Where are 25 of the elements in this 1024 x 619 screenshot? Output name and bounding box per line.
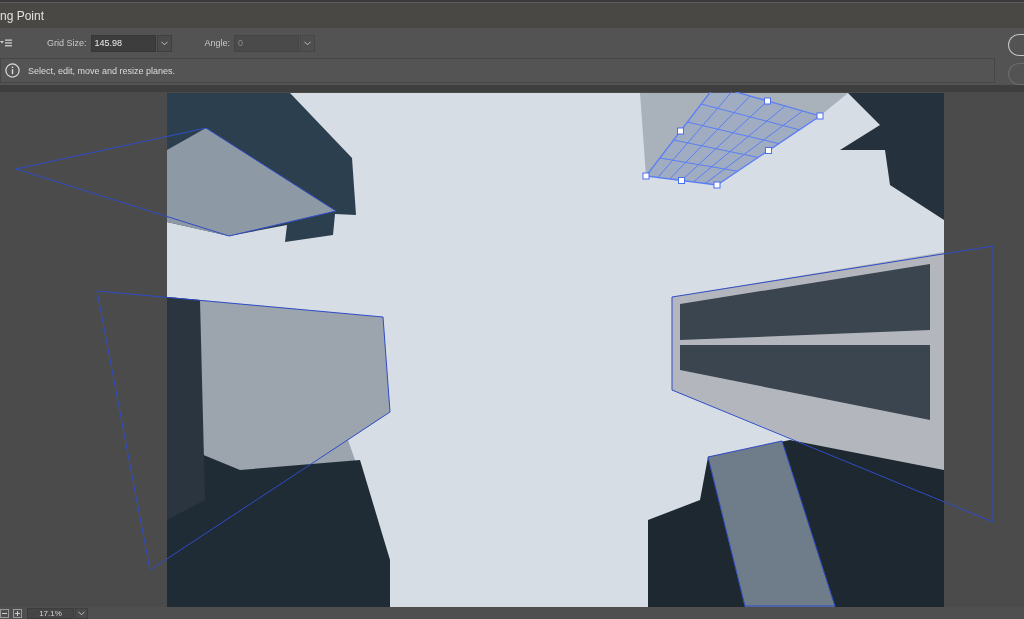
window-title: ng Point: [0, 8, 45, 23]
perspective-plane[interactable]: [96, 290, 391, 571]
perspective-plane[interactable]: [671, 245, 994, 523]
number-field[interactable]: 145.98: [90, 34, 156, 52]
info-icon: [5, 63, 20, 78]
zoom-out-icon[interactable]: [0, 608, 9, 618]
plane-handle[interactable]: [764, 97, 771, 105]
field-label: Grid Size:: [47, 38, 87, 48]
zoom-field[interactable]: 17.1%: [27, 607, 74, 619]
dropdown-button[interactable]: [75, 607, 88, 619]
field-label: Angle:: [204, 38, 231, 48]
menu-icon[interactable]: [0, 39, 12, 47]
plane-handle[interactable]: [713, 181, 721, 189]
plane-handle[interactable]: [816, 112, 824, 120]
plane-handle[interactable]: [642, 172, 650, 180]
perspective-plane[interactable]: [707, 440, 836, 607]
chevron-down-icon: [78, 610, 85, 616]
zoom-in-icon[interactable]: [13, 608, 22, 618]
info-message: Select, edit, move and resize planes.: [28, 65, 176, 76]
chevron-down-icon: [160, 40, 168, 46]
plane-handle[interactable]: [677, 127, 684, 135]
plane-handle[interactable]: [765, 147, 772, 154]
plane-handle[interactable]: [678, 177, 685, 184]
perspective-plane[interactable]: [15, 127, 337, 237]
chevron-down-icon: [304, 40, 312, 46]
